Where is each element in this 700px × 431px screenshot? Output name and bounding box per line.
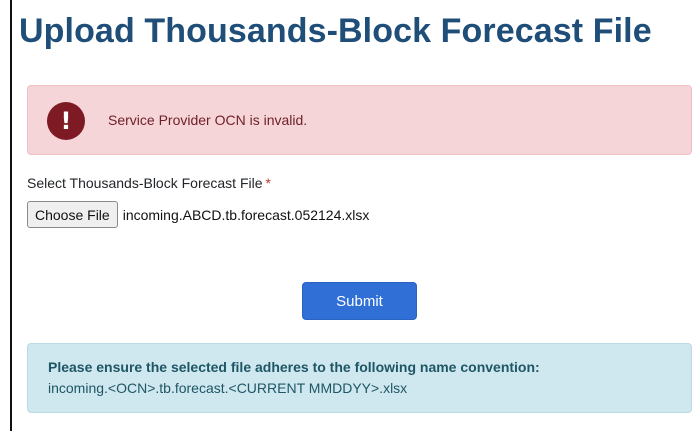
- exclamation-circle-icon: !: [47, 102, 85, 140]
- file-field-label-text: Select Thousands-Block Forecast File: [27, 175, 263, 191]
- error-alert: ! Service Provider OCN is invalid.: [27, 85, 692, 155]
- error-message: Service Provider OCN is invalid.: [108, 112, 308, 128]
- selected-file-name: incoming.ABCD.tb.forecast.052124.xlsx: [122, 206, 370, 223]
- file-input[interactable]: Choose File incoming.ABCD.tb.forecast.05…: [27, 201, 369, 228]
- submit-button[interactable]: Submit: [302, 282, 417, 320]
- info-alert: Please ensure the selected file adheres …: [27, 343, 692, 413]
- file-field-label: Select Thousands-Block Forecast File *: [27, 175, 271, 191]
- page-title: Upload Thousands-Block Forecast File: [19, 12, 652, 50]
- page-container: Upload Thousands-Block Forecast File ! S…: [10, 0, 700, 431]
- naming-convention-pattern: incoming.<OCN>.tb.forecast.<CURRENT MMDD…: [48, 380, 408, 396]
- choose-file-button[interactable]: Choose File: [27, 201, 118, 228]
- required-marker: *: [265, 175, 271, 191]
- naming-convention-heading: Please ensure the selected file adheres …: [48, 359, 540, 375]
